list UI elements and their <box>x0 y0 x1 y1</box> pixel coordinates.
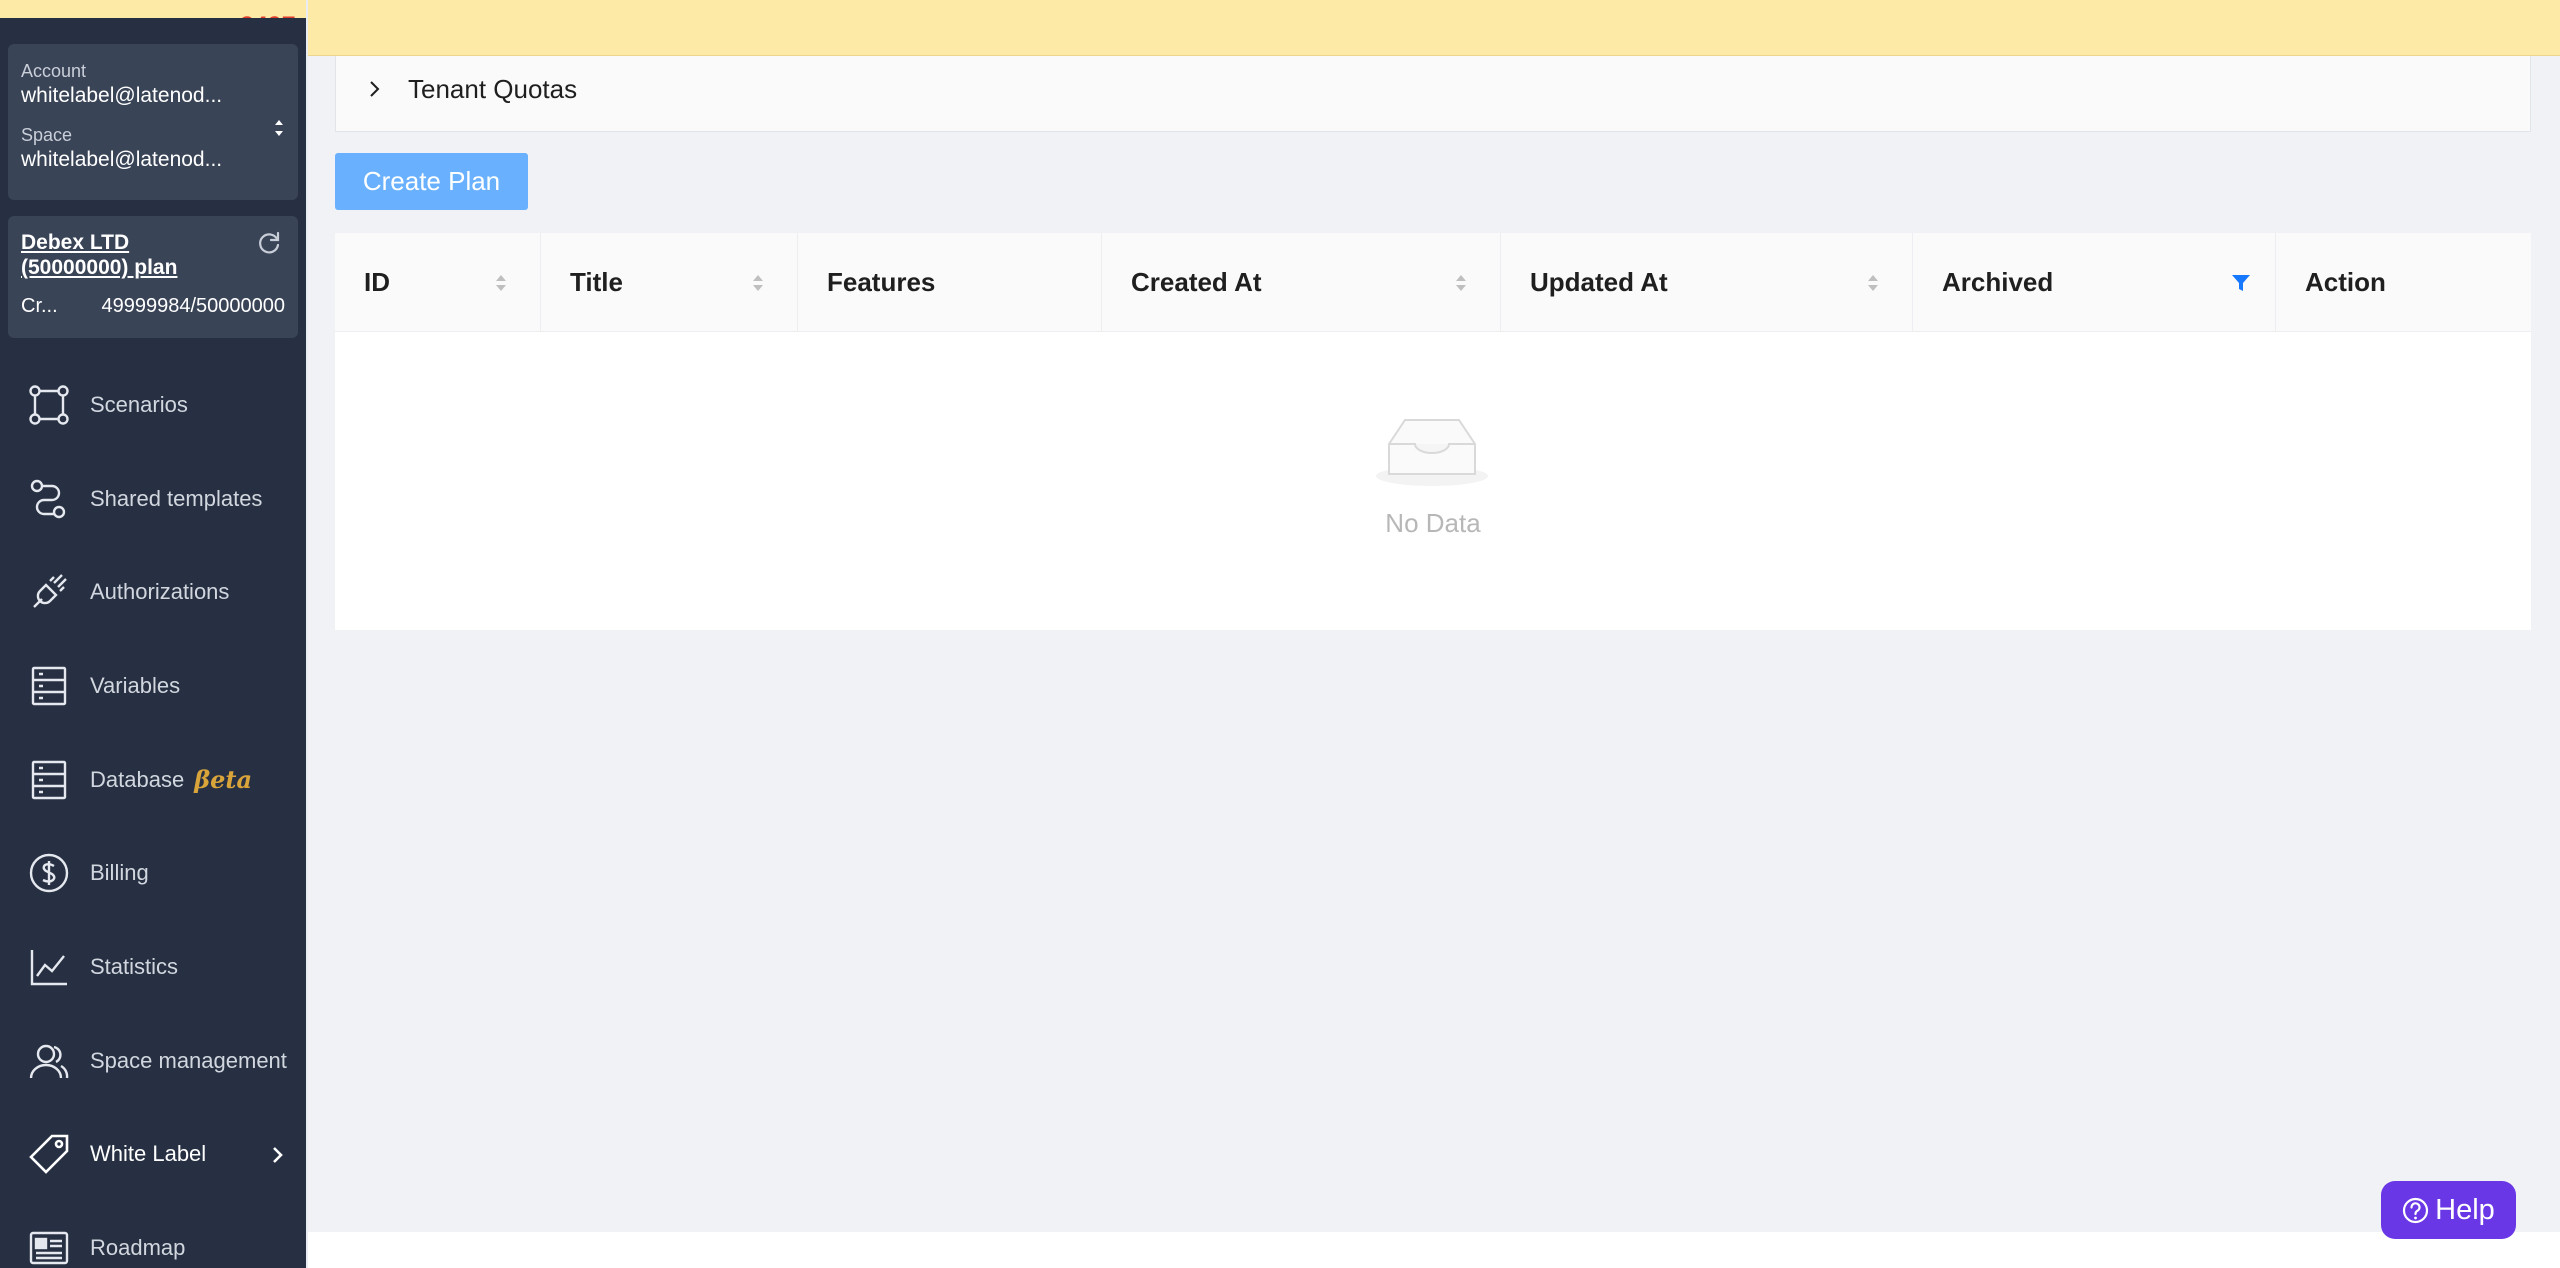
chevron-right-icon <box>370 81 380 97</box>
sort-icon[interactable] <box>1866 271 1880 295</box>
sidebar-item-database[interactable]: Database βeta <box>0 733 306 827</box>
sidebar-item-label: White Label <box>90 1141 207 1167</box>
space-label: Space <box>21 125 73 145</box>
sidebar-nav: Scenarios Shared templates Authorization… <box>0 358 306 1268</box>
collapse-title: Tenant Quotas <box>408 74 578 104</box>
sidebar-item-label: Database <box>90 766 185 792</box>
column-label: Updated At <box>1530 267 1668 297</box>
column-header-id[interactable]: ID <box>335 233 541 332</box>
plan-card: Debex LTD (50000000) plan Cr... 49999984… <box>8 216 298 338</box>
account-value: whitelabel@latenod... <box>21 84 223 107</box>
sidebar-item-variables[interactable]: Variables <box>0 639 306 733</box>
refresh-icon[interactable] <box>256 230 282 256</box>
account-switcher[interactable]: Account whitelabel@latenod... Space whit… <box>8 44 298 200</box>
column-label: ID <box>364 267 390 297</box>
sidebar-item-label: Shared templates <box>90 485 263 511</box>
create-plan-button[interactable]: Create Plan <box>335 153 528 210</box>
up-down-caret-icon <box>275 120 283 136</box>
sidebar-item-label: Space management <box>90 1047 287 1073</box>
dollar-icon <box>29 854 69 893</box>
sidebar-item-shared-templates[interactable]: Shared templates <box>0 452 306 546</box>
scenarios-icon <box>29 385 69 425</box>
column-header-archived[interactable]: Archived <box>1913 233 2276 332</box>
sidebar-item-label: Scenarios <box>90 391 188 417</box>
column-header-created-at[interactable]: Created At <box>1102 233 1501 332</box>
question-circle-icon <box>2403 1197 2429 1223</box>
sidebar-item-roadmap[interactable]: Roadmap <box>0 1201 306 1268</box>
column-header-title[interactable]: Title <box>541 233 798 332</box>
sort-icon[interactable] <box>751 271 765 295</box>
plug-icon <box>33 574 67 609</box>
beta-badge: βeta <box>194 765 253 795</box>
variables-icon <box>31 666 67 706</box>
sidebar-item-billing[interactable]: Billing <box>0 826 306 920</box>
roadmap-icon <box>29 1231 69 1265</box>
sidebar: Account whitelabel@latenod... Space whit… <box>0 18 306 1268</box>
sidebar-item-space-management[interactable]: Space management <box>0 1014 306 1108</box>
column-label: Title <box>570 267 623 297</box>
chart-line-icon <box>30 949 67 986</box>
sidebar-item-label: Authorizations <box>90 579 230 605</box>
column-label: Features <box>827 267 936 297</box>
column-label: Created At <box>1131 267 1262 297</box>
space-value: whitelabel@latenod... <box>21 148 223 171</box>
sidebar-divider <box>306 0 308 1268</box>
help-label: Help <box>2435 1193 2495 1226</box>
tag-icon <box>29 1135 69 1175</box>
sidebar-item-label: Variables <box>90 672 181 698</box>
chevron-right-icon <box>273 1146 283 1163</box>
notification-banner: 3497 <box>0 0 2560 56</box>
account-label: Account <box>21 61 87 81</box>
credits-label: Cr... <box>21 295 58 317</box>
table-header: ID Title Features Created At Updated At <box>335 233 2531 332</box>
column-label: Archived <box>1942 267 2054 297</box>
users-icon <box>29 1044 69 1078</box>
sidebar-item-label: Roadmap <box>90 1235 186 1261</box>
sort-icon[interactable] <box>1454 271 1468 295</box>
tenant-quotas-collapse[interactable]: Tenant Quotas <box>335 56 2531 132</box>
sidebar-item-scenarios[interactable]: Scenarios <box>0 358 306 452</box>
credits-row: Cr... 49999984/50000000 <box>21 295 285 318</box>
empty-inbox-icon <box>1376 419 1488 486</box>
plans-table: ID Title Features Created At Updated At <box>335 233 2531 630</box>
empty-state: No Data <box>335 332 2531 630</box>
plan-name-link[interactable]: Debex LTD (50000000) plan <box>21 230 241 280</box>
filter-icon[interactable] <box>2231 273 2251 293</box>
column-label: Action <box>2305 267 2386 297</box>
footer-strip <box>308 1232 2560 1268</box>
column-header-features: Features <box>798 233 1102 332</box>
sort-icon[interactable] <box>494 271 508 295</box>
empty-text: No Data <box>1385 508 1481 538</box>
column-header-updated-at[interactable]: Updated At <box>1501 233 1913 332</box>
sidebar-item-label: Billing <box>90 860 149 886</box>
credits-value: 49999984/50000000 <box>101 295 285 317</box>
sidebar-item-statistics[interactable]: Statistics <box>0 920 306 1014</box>
sidebar-item-white-label[interactable]: White Label <box>0 1108 306 1202</box>
sidebar-item-label: Statistics <box>90 953 179 979</box>
database-icon <box>31 760 67 799</box>
help-button[interactable]: Help <box>2381 1181 2516 1239</box>
shared-templates-icon <box>30 479 66 518</box>
sidebar-item-authorizations[interactable]: Authorizations <box>0 545 306 639</box>
column-header-action: Action <box>2276 233 2531 332</box>
